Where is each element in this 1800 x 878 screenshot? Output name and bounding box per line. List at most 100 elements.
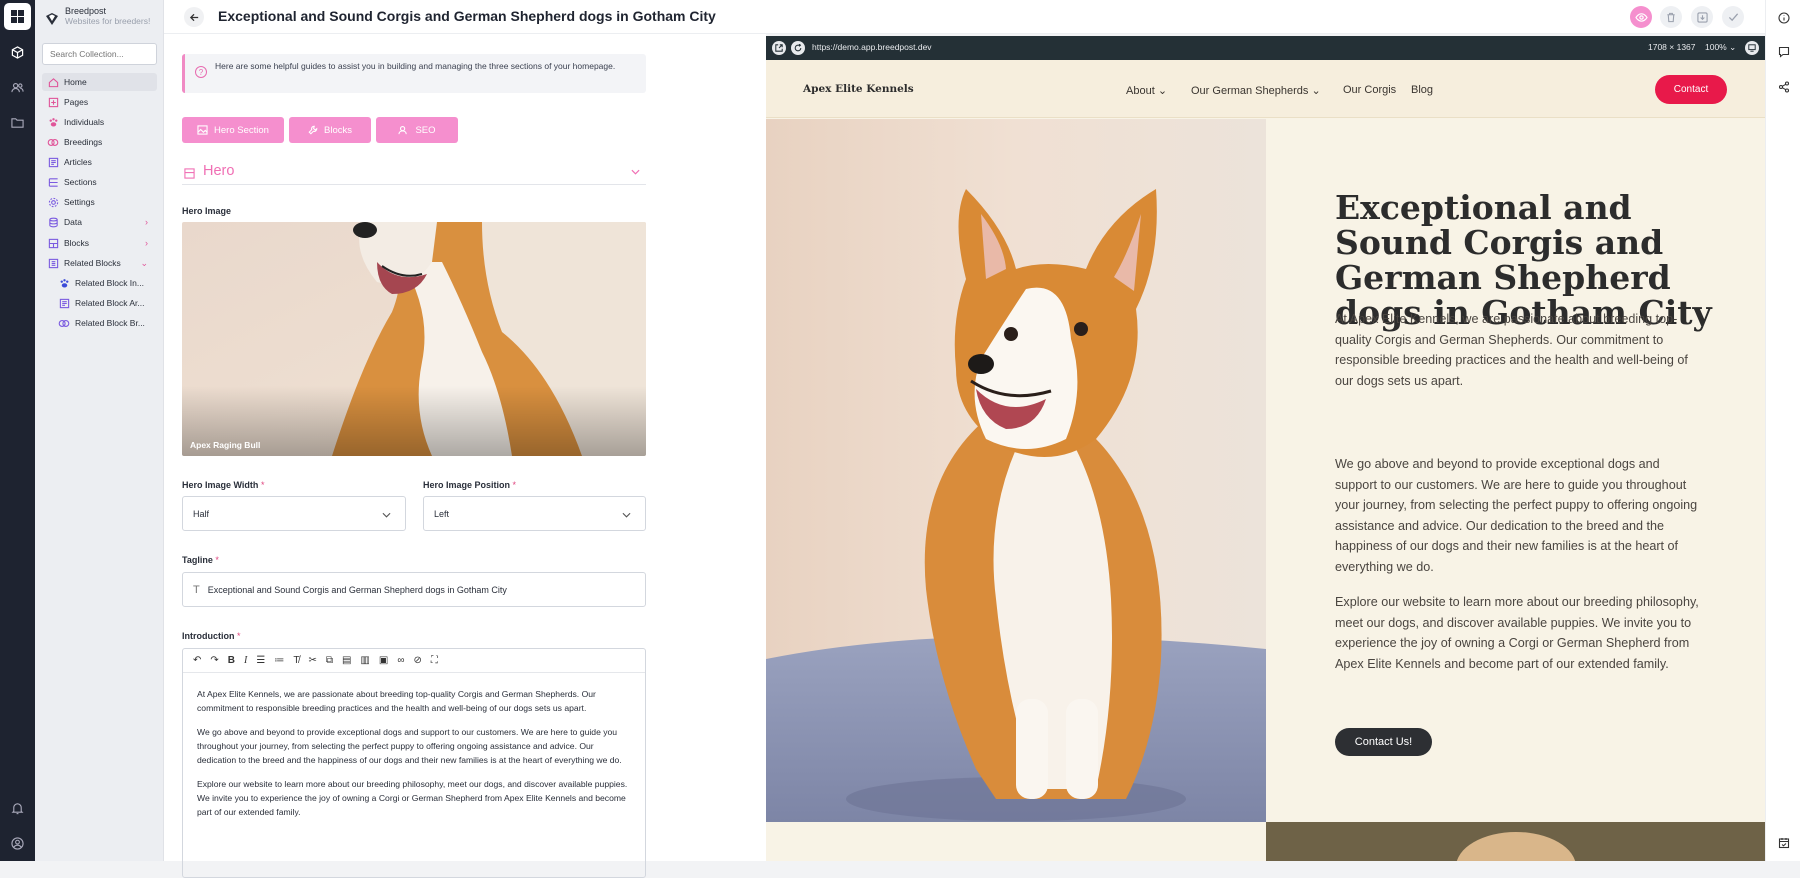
section-icon bbox=[184, 168, 195, 179]
open-external-icon[interactable] bbox=[772, 41, 786, 55]
tagline-field[interactable]: T Exceptional and Sound Corgis and Germa… bbox=[182, 572, 646, 607]
rings-icon bbox=[47, 136, 59, 148]
hero-image-position-select[interactable]: Left bbox=[423, 496, 646, 531]
account-icon[interactable] bbox=[0, 829, 35, 857]
sidebar-item-breedings[interactable]: Breedings bbox=[42, 133, 157, 151]
sidebar-item-related-blocks[interactable]: Related Blocks ⌄ bbox=[42, 254, 157, 272]
paste-icon[interactable]: ▤ bbox=[342, 655, 351, 666]
hero-accordion-header[interactable]: Hero bbox=[182, 162, 646, 185]
sidebar-item-label: Breedings bbox=[64, 137, 103, 147]
nav-blog[interactable]: Blog bbox=[1411, 84, 1433, 96]
preview-url: https://demo.app.breedpost.dev bbox=[812, 42, 932, 52]
sidebar-subitem-related-block-breedings[interactable]: Related Block Br... bbox=[53, 314, 157, 332]
site-logo-text[interactable]: Apex Elite Kennels bbox=[803, 83, 914, 95]
paw-icon bbox=[47, 116, 59, 128]
sidebar-item-label: Related Block Ar... bbox=[75, 298, 145, 308]
hero-image-width-select[interactable]: Half bbox=[182, 496, 406, 531]
introduction-text[interactable]: At Apex Elite Kennels, we are passionate… bbox=[183, 673, 645, 843]
hero-image-position-value: Left bbox=[434, 508, 450, 519]
zoom-select[interactable]: 100% ⌄ bbox=[1705, 42, 1736, 53]
calendar-check-icon[interactable] bbox=[1766, 831, 1800, 855]
refresh-icon[interactable] bbox=[791, 41, 805, 55]
contact-button[interactable]: Contact bbox=[1655, 75, 1727, 104]
sidebar-subitem-related-block-articles[interactable]: Related Block Ar... bbox=[53, 294, 157, 312]
save-draft-button[interactable] bbox=[1691, 6, 1713, 28]
link-icon[interactable]: ∞ bbox=[397, 655, 404, 666]
hero-image[interactable]: Apex Raging Bull bbox=[182, 222, 646, 456]
users-search-icon bbox=[398, 126, 408, 135]
introduction-editor[interactable]: ↶ ↷ B I ☰ ≔ T̸ ✂ ⧉ ▤ ▥ ▣ ∞ ⊘ ⛶ At Apex E… bbox=[182, 648, 646, 878]
share-icon[interactable] bbox=[1766, 75, 1800, 99]
sidebar-item-home[interactable]: Home bbox=[42, 73, 157, 91]
sidebar-item-label: Articles bbox=[64, 157, 92, 167]
sidebar-item-blocks[interactable]: Blocks › bbox=[42, 234, 157, 252]
sidebar-item-articles[interactable]: Articles bbox=[42, 153, 157, 171]
sidebar-item-label: Individuals bbox=[64, 117, 105, 127]
nav-corgis[interactable]: Our Corgis bbox=[1343, 84, 1396, 96]
copy-icon[interactable]: ⧉ bbox=[326, 655, 333, 666]
sidebar-item-label: Data bbox=[64, 217, 82, 227]
back-button[interactable] bbox=[184, 7, 204, 27]
database-icon bbox=[47, 216, 59, 228]
sidebar-item-label: Blocks bbox=[64, 238, 90, 248]
next-section-photo bbox=[1266, 822, 1765, 861]
intro-paragraph: We go above and beyond to provide except… bbox=[197, 727, 622, 765]
intro-paragraph: Explore our website to learn more about … bbox=[197, 779, 628, 817]
device-toggle-icon[interactable] bbox=[1745, 41, 1759, 55]
sidebar-subitem-related-block-individuals[interactable]: Related Block In... bbox=[53, 274, 157, 292]
download-box-icon bbox=[1696, 11, 1708, 23]
bell-icon[interactable] bbox=[0, 794, 35, 822]
blocks-icon bbox=[47, 237, 59, 249]
unlink-icon[interactable]: ⊘ bbox=[413, 655, 421, 666]
corgi-photo bbox=[766, 119, 1266, 822]
cut-icon[interactable]: ✂ bbox=[308, 655, 316, 666]
hero-image-position-label: Hero Image Position * bbox=[423, 480, 517, 490]
redo-icon[interactable]: ↷ bbox=[210, 655, 218, 666]
fullscreen-icon[interactable]: ⛶ bbox=[431, 655, 438, 666]
undo-icon[interactable]: ↶ bbox=[193, 655, 201, 666]
seo-button-label: SEO bbox=[415, 124, 436, 136]
brand[interactable]: Breedpost Websites for breeders! bbox=[45, 6, 150, 26]
users-icon[interactable] bbox=[0, 73, 35, 101]
sidebar-item-pages[interactable]: Pages bbox=[42, 93, 157, 111]
ordered-list-icon[interactable]: ☰ bbox=[256, 655, 265, 666]
seo-button[interactable]: SEO bbox=[376, 117, 458, 143]
app-grid-icon[interactable] bbox=[4, 3, 31, 30]
wrench-icon bbox=[308, 125, 318, 135]
hero-image-label: Hero Image bbox=[182, 206, 232, 216]
bullet-list-icon[interactable]: ≔ bbox=[274, 655, 284, 666]
preview-toggle-button[interactable] bbox=[1630, 6, 1652, 28]
blocks-button[interactable]: Blocks bbox=[289, 117, 371, 143]
delete-button[interactable] bbox=[1660, 6, 1682, 28]
hero-section-button-label: Hero Section bbox=[214, 124, 269, 136]
italic-icon[interactable]: I bbox=[244, 655, 247, 666]
hero-section-button[interactable]: Hero Section bbox=[182, 117, 284, 143]
preview-browser-bar: https://demo.app.breedpost.dev 1708 × 13… bbox=[766, 36, 1765, 60]
folder-icon[interactable] bbox=[0, 108, 35, 136]
publish-button[interactable] bbox=[1722, 6, 1744, 28]
sidebar-item-sections[interactable]: Sections bbox=[42, 173, 157, 191]
sidebar-item-individuals[interactable]: Individuals bbox=[42, 113, 157, 131]
bold-icon[interactable]: B bbox=[228, 655, 235, 666]
cube-icon[interactable] bbox=[0, 38, 35, 66]
sidebar-item-data[interactable]: Data › bbox=[42, 213, 157, 231]
article-icon bbox=[58, 297, 70, 309]
guide-hint: ? Here are some helpful guides to assist… bbox=[182, 54, 646, 93]
search-collection-input[interactable] bbox=[42, 43, 157, 65]
select-all-icon[interactable]: ▣ bbox=[379, 655, 388, 666]
info-icon[interactable] bbox=[1766, 6, 1800, 30]
nav-german-shepherds[interactable]: Our German Shepherds ⌄ bbox=[1191, 84, 1321, 97]
delete-icon[interactable]: ▥ bbox=[360, 655, 369, 666]
related-blocks-icon bbox=[47, 257, 59, 269]
sidebar-item-settings[interactable]: Settings bbox=[42, 193, 157, 211]
chevron-right-icon: › bbox=[145, 238, 148, 248]
sections-icon bbox=[47, 176, 59, 188]
sidebar-item-label: Pages bbox=[64, 97, 89, 107]
eye-icon bbox=[1634, 12, 1648, 22]
comment-icon[interactable] bbox=[1766, 40, 1800, 64]
hero-photo bbox=[766, 119, 1266, 822]
right-rail bbox=[1765, 0, 1800, 861]
contact-us-button[interactable]: Contact Us! bbox=[1335, 728, 1432, 756]
nav-about[interactable]: About ⌄ bbox=[1126, 84, 1167, 97]
clear-format-icon[interactable]: T̸ bbox=[293, 655, 299, 666]
